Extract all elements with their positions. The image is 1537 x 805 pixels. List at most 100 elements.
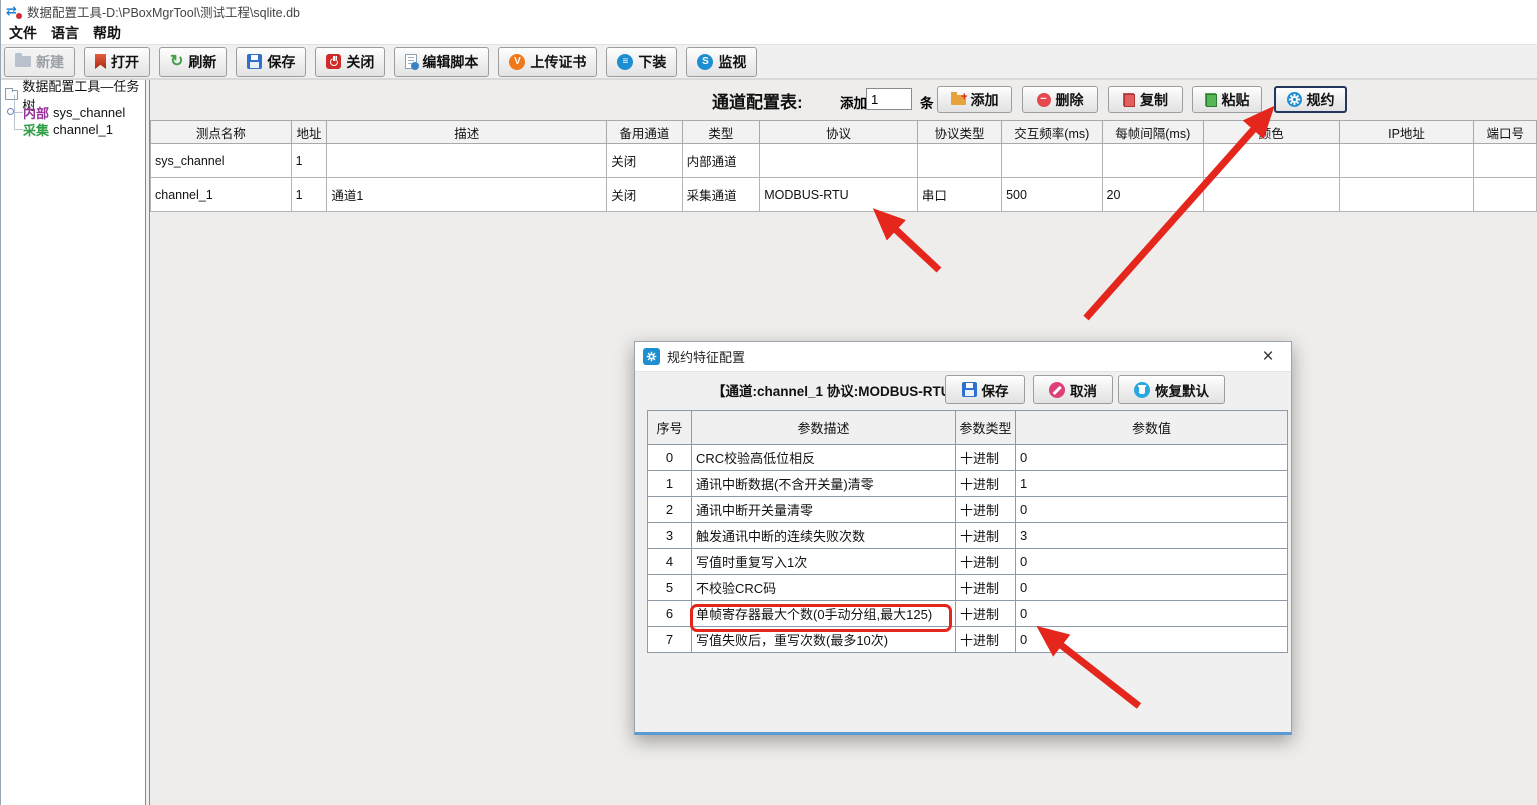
dialog-close-icon[interactable]: × bbox=[1255, 344, 1281, 370]
cell-type[interactable]: 十进制 bbox=[956, 627, 1016, 653]
cell-type[interactable]: 内部通道 bbox=[682, 144, 760, 178]
cell-type[interactable]: 十进制 bbox=[956, 497, 1016, 523]
param-row: 1 通讯中断数据(不含开关量)清零 十进制 1 bbox=[648, 471, 1288, 497]
dialog-title-bar: 规约特征配置 × bbox=[635, 342, 1291, 372]
cell-seq[interactable]: 5 bbox=[648, 575, 692, 601]
cell-seq[interactable]: 2 bbox=[648, 497, 692, 523]
col-header: 备用通道 bbox=[607, 121, 682, 144]
dialog-cancel-button[interactable]: 取消 bbox=[1033, 375, 1113, 404]
cell-desc[interactable]: 触发通讯中断的连续失败次数 bbox=[692, 523, 956, 549]
cell-type[interactable]: 十进制 bbox=[956, 601, 1016, 627]
cell-interval[interactable]: 20 bbox=[1102, 178, 1203, 212]
cell-desc[interactable]: 通讯中断开关量清零 bbox=[692, 497, 956, 523]
cell-port[interactable] bbox=[1474, 144, 1537, 178]
cell-protocol-type[interactable]: 串口 bbox=[917, 178, 1001, 212]
protocol-button[interactable]: 规约 bbox=[1274, 86, 1347, 113]
cell-description[interactable] bbox=[327, 144, 607, 178]
save-floppy-icon bbox=[247, 54, 262, 69]
refresh-icon: ↻ bbox=[170, 54, 183, 69]
cell-ip[interactable] bbox=[1339, 178, 1474, 212]
upload-cert-button-label: 上传证书 bbox=[530, 52, 586, 72]
cell-desc[interactable]: 写值失败后，重写次数(最多10次) bbox=[692, 627, 956, 653]
cell-desc[interactable]: CRC校验高低位相反 bbox=[692, 445, 956, 471]
cell-desc[interactable]: 不校验CRC码 bbox=[692, 575, 956, 601]
refresh-button[interactable]: ↻ 刷新 bbox=[159, 47, 227, 77]
dialog-save-button[interactable]: 保存 bbox=[945, 375, 1025, 404]
tree-node-sys-channel[interactable]: 内部 sys_channel bbox=[5, 104, 145, 121]
node-label: channel_1 bbox=[53, 122, 113, 137]
cell-type[interactable]: 十进制 bbox=[956, 523, 1016, 549]
cell-value[interactable]: 1 bbox=[1016, 471, 1288, 497]
cell-seq[interactable]: 7 bbox=[648, 627, 692, 653]
cell-value[interactable]: 0 bbox=[1016, 549, 1288, 575]
download-button[interactable]: ≡ 下装 bbox=[606, 47, 677, 77]
paste-button[interactable]: 粘贴 bbox=[1192, 86, 1262, 113]
add-row-button[interactable]: + 添加 bbox=[937, 86, 1012, 113]
col-header: 地址 bbox=[291, 121, 327, 144]
close-button[interactable]: 关闭 bbox=[315, 47, 385, 77]
new-button[interactable]: 新建 bbox=[4, 47, 75, 77]
cell-desc[interactable]: 写值时重复写入1次 bbox=[692, 549, 956, 575]
cell-desc[interactable]: 单帧寄存器最大个数(0手动分组,最大125) bbox=[692, 601, 956, 627]
cell-seq[interactable]: 4 bbox=[648, 549, 692, 575]
cell-ip[interactable] bbox=[1339, 144, 1474, 178]
paste-button-label: 粘贴 bbox=[1222, 90, 1250, 110]
cell-type[interactable]: 采集通道 bbox=[682, 178, 760, 212]
cell-type[interactable]: 十进制 bbox=[956, 445, 1016, 471]
cell-seq[interactable]: 6 bbox=[648, 601, 692, 627]
cell-address[interactable]: 1 bbox=[291, 178, 327, 212]
param-row: 7 写值失败后，重写次数(最多10次) 十进制 0 bbox=[648, 627, 1288, 653]
copy-button[interactable]: 复制 bbox=[1108, 86, 1183, 113]
cell-description[interactable]: 通道1 bbox=[327, 178, 607, 212]
cell-interval[interactable] bbox=[1102, 144, 1203, 178]
cell-value[interactable]: 0 bbox=[1016, 575, 1288, 601]
cell-color[interactable] bbox=[1203, 178, 1339, 212]
cell-frequency[interactable] bbox=[1002, 144, 1102, 178]
cell-name[interactable]: channel_1 bbox=[151, 178, 292, 212]
cell-protocol-selected[interactable]: MODBUS-RTU bbox=[760, 178, 918, 212]
cell-value[interactable]: 0 bbox=[1016, 445, 1288, 471]
monitor-button[interactable]: S 监视 bbox=[686, 47, 757, 77]
cell-backup[interactable]: 关闭 bbox=[607, 144, 682, 178]
col-header: 测点名称 bbox=[151, 121, 292, 144]
channel-table-title: 通道配置表: bbox=[712, 88, 803, 113]
cell-desc[interactable]: 通讯中断数据(不含开关量)清零 bbox=[692, 471, 956, 497]
cell-address[interactable]: 1 bbox=[291, 144, 327, 178]
menu-bar: 文件 语言 帮助 bbox=[1, 22, 1537, 45]
param-row: 2 通讯中断开关量清零 十进制 0 bbox=[648, 497, 1288, 523]
upload-cert-button[interactable]: V 上传证书 bbox=[498, 47, 597, 77]
node-tag-collect: 采集 bbox=[23, 120, 49, 139]
edit-script-button[interactable]: 编辑脚本 bbox=[394, 47, 489, 77]
cell-value[interactable]: 0 bbox=[1016, 627, 1288, 653]
cell-port[interactable] bbox=[1474, 178, 1537, 212]
cell-protocol[interactable] bbox=[760, 144, 918, 178]
cell-seq[interactable]: 0 bbox=[648, 445, 692, 471]
cell-seq[interactable]: 1 bbox=[648, 471, 692, 497]
cell-name[interactable]: sys_channel bbox=[151, 144, 292, 178]
tree-root-node[interactable]: 数据配置工具—任务树 bbox=[5, 86, 145, 104]
cell-protocol-type[interactable] bbox=[917, 144, 1001, 178]
new-button-label: 新建 bbox=[36, 52, 64, 72]
cell-type[interactable]: 十进制 bbox=[956, 549, 1016, 575]
menu-file[interactable]: 文件 bbox=[9, 23, 37, 43]
cell-value[interactable]: 0 bbox=[1016, 601, 1288, 627]
cell-color[interactable] bbox=[1203, 144, 1339, 178]
menu-help[interactable]: 帮助 bbox=[93, 23, 121, 43]
col-header: 类型 bbox=[682, 121, 760, 144]
cell-type[interactable]: 十进制 bbox=[956, 471, 1016, 497]
menu-language[interactable]: 语言 bbox=[51, 23, 79, 43]
open-bookmark-icon bbox=[95, 54, 106, 69]
add-count-input[interactable] bbox=[866, 88, 912, 110]
open-button[interactable]: 打开 bbox=[84, 47, 150, 77]
cell-seq[interactable]: 3 bbox=[648, 523, 692, 549]
cell-frequency[interactable]: 500 bbox=[1002, 178, 1102, 212]
tree-handle-icon[interactable] bbox=[7, 108, 14, 115]
dialog-restore-button[interactable]: 恢复默认 bbox=[1118, 375, 1225, 404]
save-button[interactable]: 保存 bbox=[236, 47, 306, 77]
cell-value[interactable]: 3 bbox=[1016, 523, 1288, 549]
delete-row-button[interactable]: − 删除 bbox=[1022, 86, 1098, 113]
cell-value[interactable]: 0 bbox=[1016, 497, 1288, 523]
cell-type[interactable]: 十进制 bbox=[956, 575, 1016, 601]
tree-node-channel-1[interactable]: 采集 channel_1 bbox=[5, 121, 145, 138]
cell-backup[interactable]: 关闭 bbox=[607, 178, 682, 212]
